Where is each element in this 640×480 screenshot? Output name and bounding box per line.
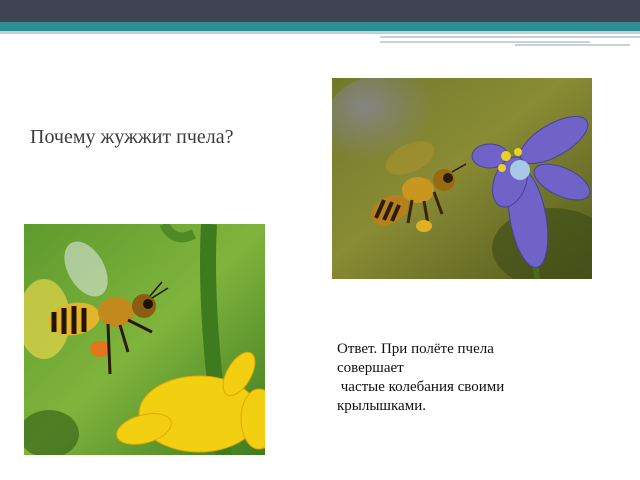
header-bar-teal xyxy=(0,22,640,31)
bee-blue-flower-photo xyxy=(332,78,592,279)
slide: Почему жужжит пчела? Ответ. При полёте п… xyxy=(0,0,640,480)
header-bar-light xyxy=(0,31,640,34)
answer-line: Ответ. При полёте пчела xyxy=(337,341,494,357)
bee-dandelion-photo xyxy=(24,224,265,455)
answer-line: частые колебания своими xyxy=(337,379,505,395)
answer-text: Ответ. При полёте пчела совершает частые… xyxy=(337,340,597,416)
answer-line: совершает xyxy=(337,360,404,376)
slide-title: Почему жужжит пчела? xyxy=(30,126,234,148)
answer-line: крылышками. xyxy=(337,398,426,414)
header-bar-dark xyxy=(0,0,640,22)
decor-line xyxy=(380,36,640,38)
decor-line xyxy=(515,44,630,46)
decor-line xyxy=(380,41,590,43)
